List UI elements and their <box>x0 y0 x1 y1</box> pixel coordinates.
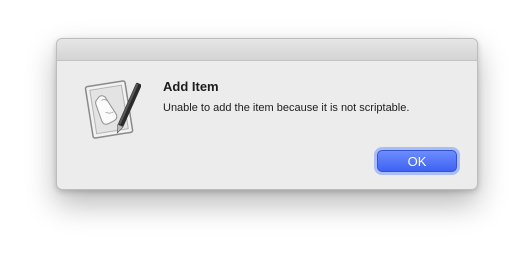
ok-button[interactable]: OK <box>377 150 457 172</box>
alert-dialog: Add Item Unable to add the item because … <box>56 38 478 190</box>
dialog-titlebar <box>57 39 477 61</box>
script-editor-icon <box>83 77 142 141</box>
dialog-message: Unable to add the item because it is not… <box>163 102 410 114</box>
screen: Add Item Unable to add the item because … <box>0 0 532 263</box>
dialog-title: Add Item <box>163 79 219 94</box>
